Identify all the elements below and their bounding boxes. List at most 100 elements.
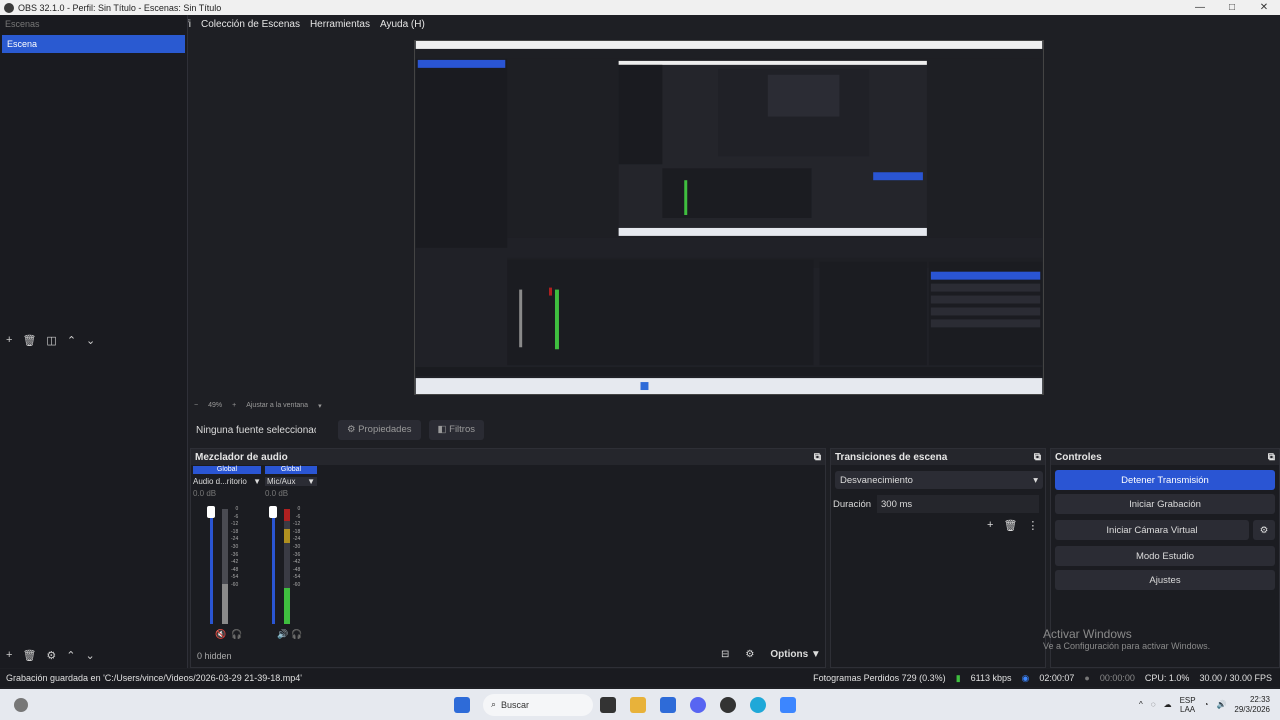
- move-down-icon[interactable]: ⌄: [86, 334, 95, 347]
- start-icon[interactable]: [454, 696, 470, 713]
- language-code: ESP: [1179, 695, 1196, 705]
- scenes-toolbar: + 🗑 ◫ ⌃ ⌄: [0, 331, 95, 349]
- monitor-icon[interactable]: 🎧: [291, 629, 302, 640]
- undock-icon[interactable]: ⧉: [1268, 452, 1275, 463]
- source-up-icon[interactable]: ⌃: [66, 649, 75, 662]
- clock-date: 29/3/2026: [1234, 704, 1270, 714]
- scene-item[interactable]: Escena: [2, 35, 185, 53]
- chevron-down-icon[interactable]: ▾: [318, 402, 322, 410]
- speaker-icon[interactable]: 🔊: [277, 629, 288, 640]
- shield-icon[interactable]: [780, 696, 796, 713]
- watermark-subtitle: Ve a Configuración para activar Windows.: [1043, 641, 1211, 651]
- settings-button[interactable]: Ajustes: [1055, 570, 1275, 590]
- remove-source-icon[interactable]: 🗑: [22, 649, 36, 662]
- more-icon[interactable]: ⋮: [1027, 519, 1038, 532]
- trash-icon[interactable]: 🗑: [22, 334, 36, 347]
- search-box[interactable]: ⌕ Buscar: [483, 693, 593, 716]
- sources-dock: + 🗑 ⚙ ⌃ ⌄: [0, 350, 188, 668]
- meter-tick: 0: [235, 506, 239, 512]
- close-icon[interactable]: ✕: [1248, 2, 1280, 13]
- volume-slider-handle[interactable]: [269, 506, 277, 518]
- filters-button[interactable]: ◧ Filtros: [428, 420, 485, 440]
- channel-tag: Global: [193, 466, 261, 474]
- filters-label: Filtros: [449, 424, 476, 435]
- scenes-dock: Escenas Escena + 🗑 ◫ ⌃ ⌄: [0, 15, 188, 350]
- add-transition-icon[interactable]: +: [987, 519, 993, 532]
- filter-icon: ◧: [437, 424, 450, 435]
- widgets-icon[interactable]: [14, 697, 28, 712]
- mixer-channel-mic: Global Mic/Aux ▼ 0.0 dB 0 -6 -12 -18 -24…: [265, 466, 317, 646]
- duration-field[interactable]: 300 ms: [877, 495, 1039, 513]
- dropped-frames: Fotogramas Perdidos 729 (0.3%): [813, 673, 946, 683]
- audio-mixer-header: Mezclador de audio ⧉: [191, 449, 825, 465]
- studio-mode-button[interactable]: Modo Estudio: [1055, 546, 1275, 566]
- file-explorer-icon[interactable]: [630, 696, 646, 713]
- watermark-title: Activar Windows: [1043, 627, 1132, 641]
- meter-tick: -18: [293, 528, 301, 535]
- add-icon[interactable]: +: [6, 334, 12, 346]
- mixer-footer: ⊟ ⚙ Options ▼: [721, 649, 821, 660]
- layout-icon[interactable]: ⊟: [721, 649, 729, 660]
- onedrive-icon[interactable]: ☁: [1164, 700, 1172, 709]
- filter-icon[interactable]: ◫: [46, 334, 56, 347]
- zoom-in-button[interactable]: +: [232, 402, 236, 410]
- undock-icon[interactable]: ⧉: [1034, 452, 1041, 463]
- maximize-icon[interactable]: □: [1216, 2, 1248, 13]
- scenes-header: Escenas: [5, 19, 40, 29]
- options-button[interactable]: Options ▼: [770, 649, 820, 660]
- store-icon[interactable]: [660, 696, 676, 713]
- language-region: LAA: [1180, 704, 1196, 714]
- monitor-icon[interactable]: 🎧: [231, 629, 242, 640]
- mixer-channel-desktop: Global Audio d...ritorio ▼ 0.0 dB 0 -6 -…: [193, 466, 261, 646]
- meter-tick: -60: [293, 581, 301, 588]
- menu-item-help[interactable]: Ayuda (H): [380, 19, 425, 30]
- menu-item-scene-collection[interactable]: Colección de Escenas: [201, 19, 300, 30]
- properties-button[interactable]: ⚙ Propiedades: [338, 420, 421, 440]
- menu-item-tools[interactable]: Herramientas: [310, 19, 370, 30]
- channel-menu-icon[interactable]: ▼: [307, 477, 315, 486]
- status-bar: Grabación guardada en 'C:/Users/vince/Vi…: [0, 669, 1280, 687]
- obs-icon[interactable]: [720, 696, 736, 713]
- channel-menu-icon[interactable]: ▼: [253, 477, 261, 486]
- virtual-camera-settings-icon[interactable]: ⚙: [1253, 520, 1275, 540]
- discord-icon[interactable]: [690, 696, 706, 713]
- stop-stream-button[interactable]: Detener Transmisión: [1055, 470, 1275, 490]
- source-settings-icon[interactable]: ⚙: [46, 649, 56, 662]
- volume-slider-track[interactable]: [210, 509, 213, 624]
- channel-name-row[interactable]: Mic/Aux ▼: [265, 477, 317, 486]
- meter-tick: -60: [231, 581, 239, 588]
- meter-tick: -18: [231, 528, 239, 535]
- start-recording-button[interactable]: Iniciar Grabación: [1055, 494, 1275, 514]
- zoom-out-button[interactable]: −: [194, 402, 198, 410]
- activate-windows-watermark: Activar Windows Ve a Configuración para …: [1043, 627, 1210, 651]
- preview-canvas[interactable]: [414, 40, 1044, 395]
- link-icon[interactable]: ⚙: [745, 649, 754, 660]
- transition-select[interactable]: Desvanecimiento ▾: [835, 471, 1043, 489]
- volume-slider-track[interactable]: [272, 509, 275, 624]
- undock-icon[interactable]: ⧉: [814, 452, 821, 463]
- fit-window-select[interactable]: Ajustar a la ventana: [246, 402, 308, 410]
- sources-toolbar: + 🗑 ⚙ ⌃ ⌄: [0, 646, 95, 664]
- volume-icon[interactable]: 🔊: [1216, 700, 1226, 709]
- edge-icon[interactable]: [750, 696, 766, 713]
- meter-tick: -12: [293, 521, 301, 528]
- volume-slider-handle[interactable]: [207, 506, 215, 518]
- level-meter: [222, 509, 228, 624]
- clock[interactable]: 22:33 29/3/2026: [1234, 695, 1270, 715]
- source-down-icon[interactable]: ⌄: [86, 649, 95, 662]
- task-view-icon[interactable]: [600, 696, 616, 713]
- chevron-up-icon[interactable]: ^: [1139, 700, 1143, 709]
- language-indicator[interactable]: ESP LAA: [1180, 696, 1196, 714]
- wifi-icon[interactable]: ◔: [1204, 700, 1209, 709]
- minimize-icon[interactable]: —: [1184, 2, 1216, 13]
- mute-icon[interactable]: 🔇: [215, 629, 226, 640]
- search-label: Buscar: [501, 699, 530, 710]
- add-source-icon[interactable]: +: [6, 649, 12, 661]
- record-icon: ●: [1084, 673, 1090, 683]
- start-virtual-camera-button[interactable]: Iniciar Cámara Virtual: [1055, 520, 1249, 540]
- move-up-icon[interactable]: ⌃: [67, 334, 76, 347]
- meter-tick: -48: [231, 566, 239, 573]
- remove-transition-icon[interactable]: 🗑: [1003, 519, 1017, 532]
- network-icon[interactable]: ◌: [1151, 700, 1156, 709]
- channel-name-row[interactable]: Audio d...ritorio ▼: [193, 477, 261, 486]
